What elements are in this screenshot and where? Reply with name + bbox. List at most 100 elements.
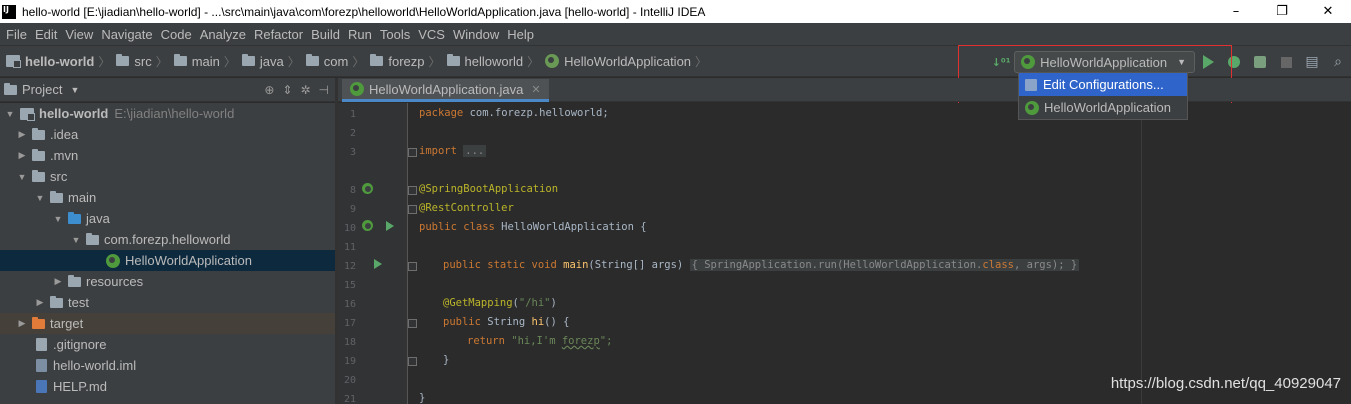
code-line-10: public class HelloWorldApplication {: [419, 221, 647, 233]
folder-icon: [50, 295, 63, 308]
stop-icon: [1280, 56, 1292, 68]
hide-panel-icon[interactable]: ⊣: [319, 83, 329, 97]
spring-class-icon: [106, 253, 120, 268]
edit-configurations-item[interactable]: Edit Configurations...: [1019, 73, 1187, 96]
tree-item-gitignore[interactable]: .gitignore: [0, 334, 335, 355]
menu-vcs[interactable]: VCS: [414, 27, 449, 42]
source-folder-icon: [68, 211, 81, 224]
menu-file[interactable]: File: [2, 27, 31, 42]
line-number: 10: [343, 223, 356, 234]
tree-item-main[interactable]: ▼ main: [0, 187, 335, 208]
collapsed-arrow-icon: ▶: [36, 297, 44, 307]
line-number: 9: [349, 204, 356, 215]
breadcrumb-class[interactable]: HelloWorldApplication 〉: [545, 53, 713, 70]
close-button[interactable]: ✕: [1305, 0, 1351, 23]
spring-bean-icon[interactable]: [362, 183, 373, 194]
line-number: 12: [343, 261, 356, 272]
folder-icon: [32, 127, 45, 140]
breadcrumb-src[interactable]: src 〉: [116, 53, 173, 70]
menu-help[interactable]: Help: [503, 27, 538, 42]
coverage-icon: [1254, 56, 1266, 68]
editor-tab-bar: HelloWorldApplication.java ✕: [338, 78, 1351, 102]
fold-marker[interactable]: [408, 186, 417, 195]
code-line-3: import ...: [419, 145, 487, 157]
tree-item-src[interactable]: ▼ src: [0, 166, 335, 187]
breadcrumb-project[interactable]: hello-world 〉: [6, 53, 116, 70]
locate-icon[interactable]: ⊕: [264, 83, 274, 97]
project-view-selector[interactable]: Project ▼: [4, 82, 79, 97]
tree-item-mvn[interactable]: ▶ .mvn: [0, 145, 335, 166]
chevron-right-icon: 〉: [223, 54, 236, 69]
breadcrumb-java[interactable]: java 〉: [241, 53, 306, 70]
code-editor[interactable]: package com.forezp.helloworld; import ..…: [409, 103, 1351, 404]
tree-item-idea[interactable]: ▶ .idea: [0, 124, 335, 145]
breadcrumb-main[interactable]: main 〉: [173, 53, 242, 70]
maximize-button[interactable]: ❐: [1259, 0, 1305, 23]
project-tree: ▼ hello-world E:\jiadian\hello-world ▶ .…: [0, 103, 335, 404]
run-configuration-selector[interactable]: HelloWorldApplication ▼: [1014, 51, 1195, 73]
menu-edit[interactable]: Edit: [31, 27, 61, 42]
expanded-arrow-icon: ▼: [71, 234, 81, 245]
stop-button[interactable]: [1274, 51, 1298, 73]
menu-analyze[interactable]: Analyze: [196, 27, 250, 42]
line-number: 20: [343, 375, 356, 386]
collapse-all-icon[interactable]: ⇕: [282, 83, 292, 97]
fold-marker[interactable]: [408, 262, 417, 271]
run-gutter-icon[interactable]: [386, 221, 394, 231]
chevron-right-icon: 〉: [352, 54, 365, 69]
close-tab-icon[interactable]: ✕: [531, 83, 540, 96]
minimize-button[interactable]: –: [1213, 0, 1259, 23]
menu-view[interactable]: View: [61, 27, 97, 42]
tab-helloworldapplication[interactable]: HelloWorldApplication.java ✕: [342, 79, 549, 102]
breadcrumb-forezp[interactable]: forezp 〉: [370, 53, 446, 70]
run-gutter-icon[interactable]: [374, 259, 382, 269]
tree-item-target[interactable]: ▶ target: [0, 313, 335, 334]
menu-code[interactable]: Code: [157, 27, 196, 42]
code-line-16: @GetMapping("/hi"): [443, 297, 557, 309]
run-config-item[interactable]: HelloWorldApplication: [1019, 96, 1187, 119]
debug-button[interactable]: [1222, 51, 1246, 73]
edit-config-icon: [1025, 78, 1037, 91]
tree-item-hello-world[interactable]: ▼ hello-world E:\jiadian\hello-world: [0, 103, 335, 124]
file-icon: [36, 338, 47, 351]
tree-item-package[interactable]: ▼ com.forezp.helloworld: [0, 229, 335, 250]
expanded-arrow-icon: ▼: [5, 108, 15, 119]
tree-item-java[interactable]: ▼ java: [0, 208, 335, 229]
tree-item-test[interactable]: ▶ test: [0, 292, 335, 313]
menu-refactor[interactable]: Refactor: [250, 27, 307, 42]
menu-tools[interactable]: Tools: [376, 27, 414, 42]
iml-file-icon: [36, 359, 47, 372]
tree-item-resources[interactable]: ▶ resources: [0, 271, 335, 292]
spring-bean-icon[interactable]: [362, 220, 373, 231]
code-line-1: package com.forezp.helloworld;: [419, 107, 609, 119]
tree-item-helloworldapplication[interactable]: HelloWorldApplication: [0, 250, 335, 271]
line-number: 11: [343, 242, 356, 253]
fold-marker[interactable]: [408, 357, 417, 366]
folded-imports[interactable]: ...: [463, 145, 487, 157]
search-icon: ⌕: [1334, 54, 1342, 70]
fold-marker[interactable]: [408, 319, 417, 328]
run-button[interactable]: [1196, 51, 1220, 73]
editor-gutter[interactable]: 1 2 3 8 9 10 11 12 15 16 17 18 19 20 21: [338, 103, 408, 404]
tree-item-help-md[interactable]: HELP.md: [0, 376, 335, 397]
breadcrumb-helloworld[interactable]: helloworld 〉: [446, 53, 546, 70]
fold-marker[interactable]: [408, 205, 417, 214]
folder-icon: [50, 190, 63, 203]
gear-icon[interactable]: ✲: [300, 83, 310, 97]
breadcrumb-com[interactable]: com 〉: [305, 53, 371, 70]
project-structure-icon: ▤: [1305, 54, 1319, 70]
search-everywhere-button[interactable]: ⌕: [1326, 51, 1350, 73]
coverage-button[interactable]: [1248, 51, 1272, 73]
bug-icon: [1228, 56, 1240, 68]
menu-navigate[interactable]: Navigate: [97, 27, 156, 42]
menu-window[interactable]: Window: [449, 27, 503, 42]
folded-method-body[interactable]: { SpringApplication.run(HelloWorldApplic…: [689, 259, 1080, 271]
window-controls: – ❐ ✕: [1213, 0, 1351, 23]
menu-build[interactable]: Build: [307, 27, 344, 42]
tree-item-iml[interactable]: hello-world.iml: [0, 355, 335, 376]
right-margin-guide: [1141, 103, 1142, 404]
project-structure-button[interactable]: ▤: [1300, 51, 1324, 73]
menu-run[interactable]: Run: [344, 27, 376, 42]
fold-marker[interactable]: [408, 148, 417, 157]
build-icon[interactable]: ↓⁰¹: [989, 51, 1013, 73]
